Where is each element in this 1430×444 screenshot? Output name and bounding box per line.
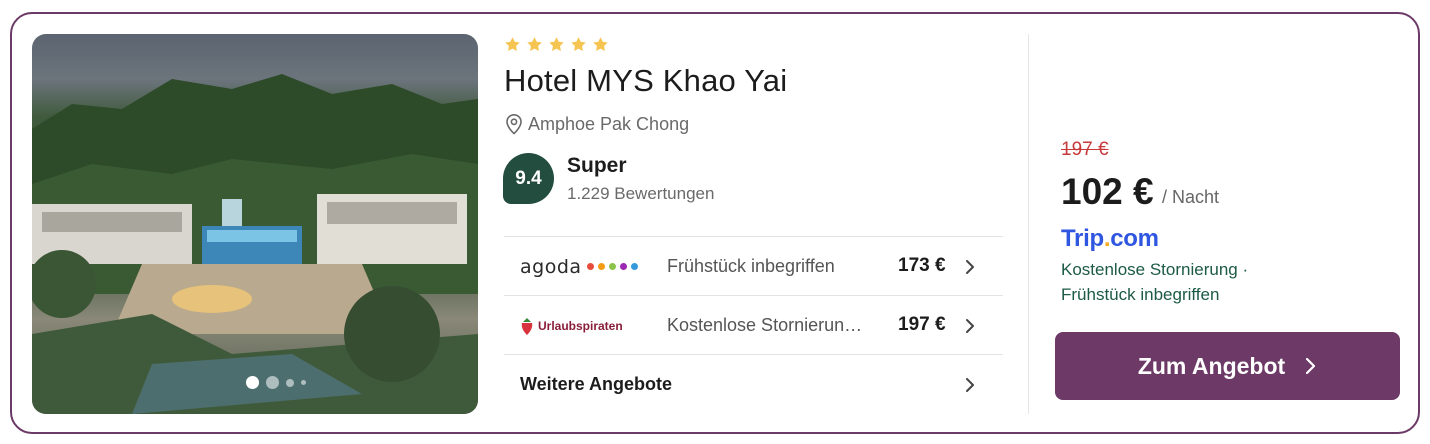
- hotel-photo[interactable]: [32, 34, 478, 414]
- deal-benefit: Frühstück inbegriffen: [1061, 285, 1220, 304]
- hotel-name[interactable]: Hotel MYS Khao Yai: [504, 63, 787, 99]
- more-offers-row[interactable]: Weitere Angebote: [504, 354, 1003, 413]
- hotel-card[interactable]: Hotel MYS Khao Yai Amphoe Pak Chong 9.4 …: [10, 12, 1420, 434]
- hotel-photo-illustration: [32, 74, 478, 414]
- review-count[interactable]: 1.229 Bewertungen: [567, 184, 714, 204]
- chevron-right-icon: [1306, 357, 1316, 375]
- agoda-logo: agoda: [520, 237, 638, 296]
- carousel-dot[interactable]: [286, 378, 294, 387]
- agoda-dots-icon: [586, 263, 638, 270]
- tripcom-logo: Trip.com: [1061, 225, 1159, 253]
- carousel-dot[interactable]: [246, 376, 259, 389]
- rating-label: Super: [567, 154, 627, 177]
- carousel-dot[interactable]: [301, 380, 306, 385]
- chevron-right-icon: [966, 319, 974, 333]
- star-icon: [505, 37, 520, 51]
- deal-price: 102 €: [1061, 171, 1154, 212]
- offer-row[interactable]: agoda Frühstück inbegriffen 173 €: [504, 236, 1003, 295]
- strawberry-icon: [521, 317, 533, 335]
- chevron-right-icon: [966, 260, 974, 274]
- carousel-dots: [246, 376, 306, 389]
- carousel-dot[interactable]: [266, 376, 279, 389]
- view-deal-label: Zum Angebot: [1137, 352, 1286, 379]
- view-deal-button[interactable]: Zum Angebot: [1055, 332, 1400, 400]
- column-divider: [1028, 34, 1029, 414]
- location-pin-icon: [506, 114, 522, 135]
- deal-benefit: Kostenlose Stornierung ·: [1061, 260, 1249, 279]
- provider-name: Urlaubspiraten: [538, 318, 623, 333]
- offer-description: Frühstück inbegriffen: [667, 255, 835, 276]
- star-icon: [527, 37, 542, 51]
- star-icon: [549, 37, 564, 51]
- provider-name-part: Trip: [1061, 225, 1104, 252]
- per-night-label: / Nacht: [1162, 187, 1220, 207]
- old-price: 197 €: [1061, 139, 1109, 160]
- offers-list: agoda Frühstück inbegriffen 173 € Urlaub…: [504, 236, 1003, 413]
- hotel-location[interactable]: Amphoe Pak Chong: [504, 113, 689, 135]
- offer-price: 173 €: [898, 255, 946, 276]
- urlaubspiraten-logo: Urlaubspiraten: [520, 296, 623, 355]
- star-icon: [571, 37, 586, 51]
- more-offers-label: Weitere Angebote: [520, 373, 673, 394]
- provider-name-part: com: [1110, 225, 1159, 252]
- rating-score-badge: 9.4: [503, 153, 554, 204]
- provider-name: agoda: [520, 255, 582, 278]
- hotel-stars: [504, 36, 609, 53]
- offer-row[interactable]: Urlaubspiraten Kostenlose Stornierun… 19…: [504, 295, 1003, 354]
- offer-price: 197 €: [898, 314, 946, 335]
- star-icon: [593, 37, 608, 51]
- offer-description: Kostenlose Stornierun…: [667, 314, 863, 335]
- chevron-right-icon: [966, 378, 974, 392]
- location-label: Amphoe Pak Chong: [528, 113, 690, 134]
